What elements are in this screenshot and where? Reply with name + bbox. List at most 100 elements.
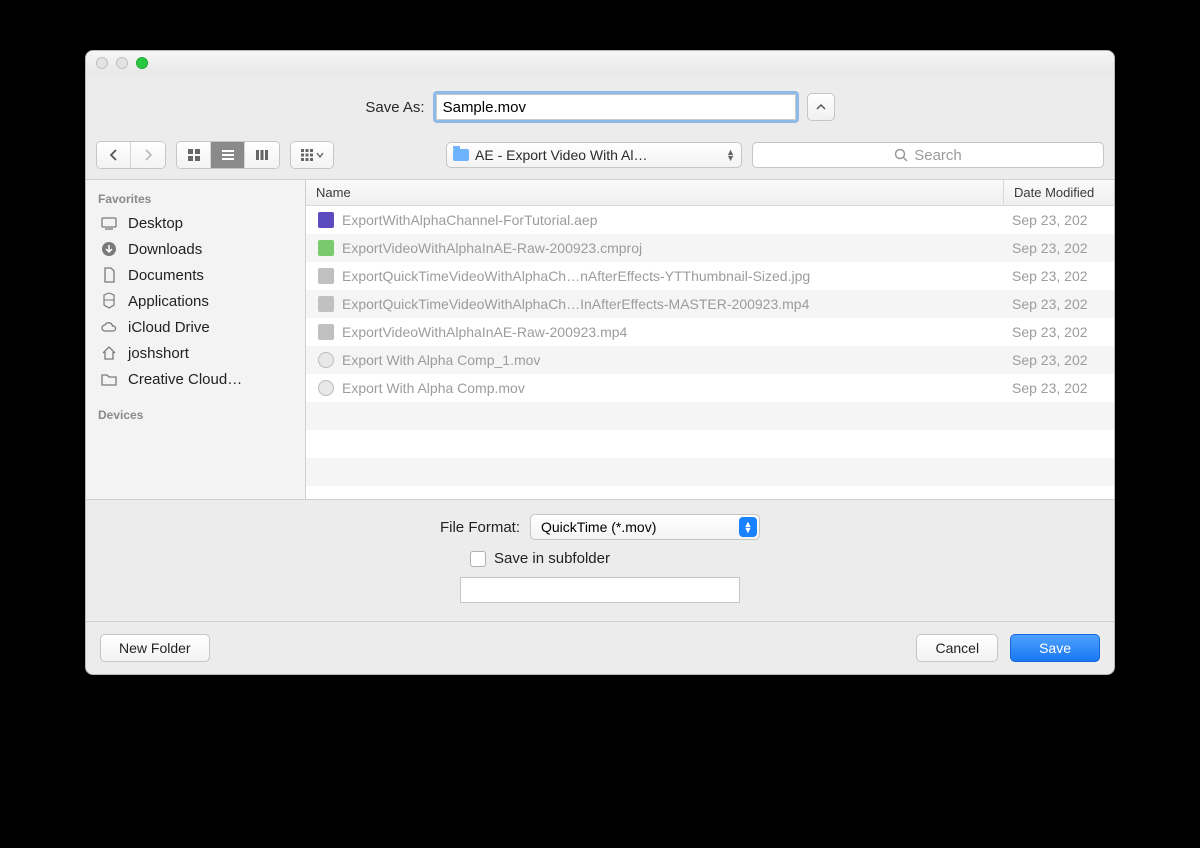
icon-view-button[interactable] <box>177 142 211 168</box>
window-zoom-button[interactable] <box>136 57 148 69</box>
columns-icon <box>255 148 269 162</box>
forward-button[interactable] <box>131 142 165 168</box>
file-format-value: QuickTime (*.mov) <box>541 519 739 535</box>
file-name: ExportWithAlphaChannel-ForTutorial.aep <box>342 212 598 228</box>
save-as-label: Save As: <box>365 99 424 116</box>
search-placeholder: Search <box>914 147 962 164</box>
sidebar-item-label: Downloads <box>128 241 202 258</box>
stepper-icon: ▲▼ <box>739 517 757 537</box>
window-minimize-button[interactable] <box>116 57 128 69</box>
file-date: Sep 23, 202 <box>1004 380 1114 396</box>
subfolder-checkbox[interactable] <box>470 551 486 567</box>
file-browser: Name Date Modified ExportWithAlphaChanne… <box>306 180 1114 499</box>
column-header-name[interactable]: Name <box>306 180 1004 205</box>
sidebar-item-home[interactable]: joshshort <box>86 340 305 366</box>
save-as-input-focus-ring <box>433 91 799 123</box>
format-row: File Format: QuickTime (*.mov) ▲▼ <box>440 514 760 540</box>
home-icon <box>100 344 118 362</box>
sidebar-item-documents[interactable]: Documents <box>86 262 305 288</box>
toolbar: AE - Export Video With Al… ▲▼ Search <box>86 135 1114 179</box>
file-name: ExportVideoWithAlphaInAE-Raw-200923.mp4 <box>342 324 627 340</box>
file-row[interactable]: ExportQuickTimeVideoWithAlphaCh…InAfterE… <box>306 290 1114 318</box>
file-name: ExportQuickTimeVideoWithAlphaCh…nAfterEf… <box>342 268 810 284</box>
file-format-select[interactable]: QuickTime (*.mov) ▲▼ <box>530 514 760 540</box>
file-date: Sep 23, 202 <box>1004 212 1114 228</box>
sidebar-item-label: Creative Cloud… <box>128 371 242 388</box>
cancel-button[interactable]: Cancel <box>916 634 998 662</box>
sidebar-item-label: iCloud Drive <box>128 319 210 336</box>
sidebar-item-label: Applications <box>128 293 209 310</box>
new-folder-button[interactable]: New Folder <box>100 634 210 662</box>
sidebar-item-icloud[interactable]: iCloud Drive <box>86 314 305 340</box>
grid-small-icon <box>301 149 313 161</box>
file-row[interactable]: ExportQuickTimeVideoWithAlphaCh…nAfterEf… <box>306 262 1114 290</box>
folder-icon <box>453 149 469 161</box>
cloud-icon <box>100 318 118 336</box>
sidebar-section-favorites: Favorites <box>86 186 305 210</box>
stepper-icon: ▲▼ <box>726 149 735 161</box>
window-titlebar <box>86 51 1114 75</box>
dialog-footer: New Folder Cancel Save <box>86 621 1114 674</box>
sidebar-item-label: Desktop <box>128 215 183 232</box>
mov-file-icon <box>318 352 334 368</box>
file-name: ExportQuickTimeVideoWithAlphaCh…InAfterE… <box>342 296 809 312</box>
save-as-row: Save As: <box>86 75 1114 135</box>
subfolder-label: Save in subfolder <box>494 550 610 567</box>
cmproj-file-icon <box>318 240 334 256</box>
chevron-left-icon <box>109 149 118 161</box>
save-as-input[interactable] <box>436 94 796 120</box>
sidebar: Favorites Desktop Downloads Documents Ap… <box>86 180 306 499</box>
search-input[interactable]: Search <box>752 142 1104 168</box>
chevron-right-icon <box>144 149 153 161</box>
file-row[interactable]: ExportWithAlphaChannel-ForTutorial.aep S… <box>306 206 1114 234</box>
mp4-file-icon <box>318 296 334 312</box>
jpg-file-icon <box>318 268 334 284</box>
format-panel: File Format: QuickTime (*.mov) ▲▼ Save i… <box>86 499 1114 621</box>
column-view-button[interactable] <box>245 142 279 168</box>
column-header-row: Name Date Modified <box>306 180 1114 206</box>
subfolder-row: Save in subfolder <box>470 550 610 567</box>
chevron-down-icon <box>316 151 324 159</box>
file-date: Sep 23, 202 <box>1004 324 1114 340</box>
window-close-button[interactable] <box>96 57 108 69</box>
file-date: Sep 23, 202 <box>1004 352 1114 368</box>
downloads-icon <box>100 240 118 258</box>
sidebar-item-creative-cloud[interactable]: Creative Cloud… <box>86 366 305 392</box>
group-by-button[interactable] <box>291 142 333 168</box>
back-button[interactable] <box>97 142 131 168</box>
sidebar-item-label: joshshort <box>128 345 189 362</box>
column-header-date[interactable]: Date Modified <box>1004 180 1114 205</box>
file-row[interactable]: Export With Alpha Comp.mov Sep 23, 202 <box>306 374 1114 402</box>
list-view-button[interactable] <box>211 142 245 168</box>
file-row-empty <box>306 458 1114 486</box>
file-row-empty <box>306 430 1114 458</box>
location-popup[interactable]: AE - Export Video With Al… ▲▼ <box>446 142 742 168</box>
save-button[interactable]: Save <box>1010 634 1100 662</box>
folder-icon <box>100 370 118 388</box>
grid-icon <box>187 148 201 162</box>
mp4-file-icon <box>318 324 334 340</box>
file-list: ExportWithAlphaChannel-ForTutorial.aep S… <box>306 206 1114 499</box>
desktop-icon <box>100 214 118 232</box>
file-date: Sep 23, 202 <box>1004 268 1114 284</box>
file-name: Export With Alpha Comp.mov <box>342 380 525 396</box>
sidebar-item-downloads[interactable]: Downloads <box>86 236 305 262</box>
group-control <box>290 141 334 169</box>
file-row[interactable]: Export With Alpha Comp_1.mov Sep 23, 202 <box>306 346 1114 374</box>
file-name: Export With Alpha Comp_1.mov <box>342 352 540 368</box>
nav-buttons <box>96 141 166 169</box>
mov-file-icon <box>318 380 334 396</box>
chevron-up-icon <box>816 102 826 112</box>
sidebar-item-applications[interactable]: Applications <box>86 288 305 314</box>
location-label: AE - Export Video With Al… <box>475 147 720 163</box>
file-format-label: File Format: <box>440 519 520 536</box>
file-row-empty <box>306 402 1114 430</box>
file-row[interactable]: ExportVideoWithAlphaInAE-Raw-200923.mp4 … <box>306 318 1114 346</box>
file-row[interactable]: ExportVideoWithAlphaInAE-Raw-200923.cmpr… <box>306 234 1114 262</box>
subfolder-input[interactable] <box>460 577 740 603</box>
view-mode-buttons <box>176 141 280 169</box>
aep-file-icon <box>318 212 334 228</box>
sidebar-item-desktop[interactable]: Desktop <box>86 210 305 236</box>
collapse-button[interactable] <box>807 93 835 121</box>
search-icon <box>894 148 908 162</box>
